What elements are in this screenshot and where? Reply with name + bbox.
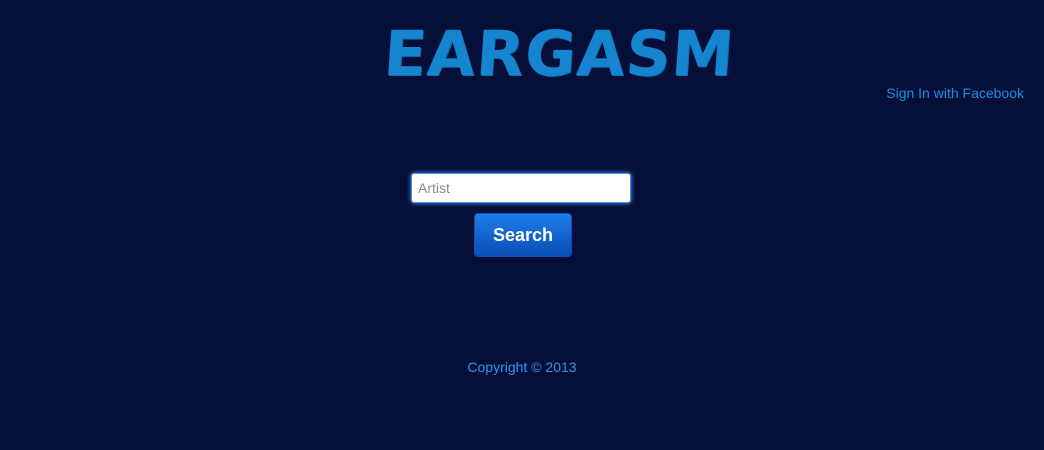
search-button[interactable]: Search — [474, 213, 572, 257]
sign-in-with-facebook-link[interactable]: Sign In with Facebook — [886, 84, 1024, 102]
artist-search-input[interactable] — [411, 173, 631, 203]
copyright-text: Copyright © 2013 — [467, 359, 577, 375]
eargasm-logo: EARGASM — [381, 17, 737, 90]
